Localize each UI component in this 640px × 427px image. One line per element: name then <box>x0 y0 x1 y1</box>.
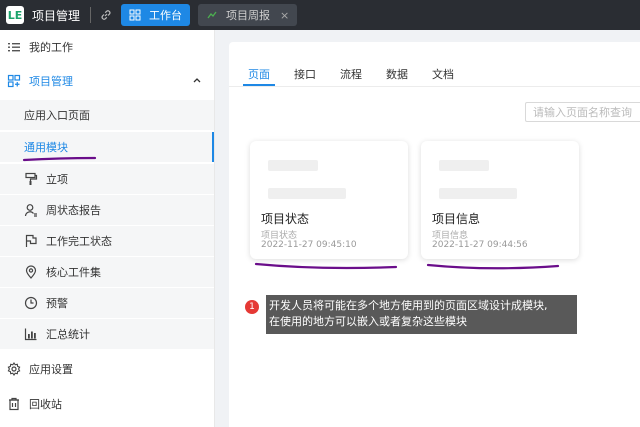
annotation-text-line: 开发人员将可能在多个地方使用到的页面区域设计成模块, <box>269 299 548 312</box>
sidebar-item-label: 应用入口页面 <box>24 109 90 122</box>
chevron-up-icon[interactable] <box>192 75 202 85</box>
bar-chart-icon <box>24 328 37 341</box>
sidebar-item-weekly-status-report[interactable]: 周状态报告 <box>0 195 214 225</box>
search-input[interactable] <box>525 102 640 122</box>
card-date: 2022-11-27 09:44:56 <box>432 240 528 250</box>
module-card-project-info[interactable]: 项目信息 项目信息 2022-11-27 09:44:56 <box>421 141 579 259</box>
trash-icon <box>9 397 19 411</box>
thumbnail-placeholder <box>439 188 517 199</box>
tab-data[interactable]: 数据 <box>386 66 408 82</box>
sidebar-item-label: 汇总统计 <box>46 328 90 341</box>
tab-label: 工作台 <box>149 9 183 22</box>
sidebar-item-label: 核心工件集 <box>46 266 101 279</box>
thumbnail-placeholder <box>439 160 489 171</box>
tab-pages[interactable]: 页面 <box>248 66 270 82</box>
sidebar-item-label: 立项 <box>46 173 68 186</box>
main-panel: 页面 接口 流程 数据 文档 项目状态 项目状态 2022-11-27 09:4… <box>229 42 640 427</box>
location-pin-icon <box>25 265 37 279</box>
card-date: 2022-11-27 09:45:10 <box>261 240 357 250</box>
sidebar: 我的工作 项目管理 应用入口页面 通用模块 立项 周状态报告 工作完工状态 核心… <box>0 30 215 427</box>
tab-workbench[interactable]: 工作台 <box>121 4 191 26</box>
card-title: 项目状态 <box>261 212 310 226</box>
dashboard-icon <box>129 9 141 21</box>
sidebar-item-label: 周状态报告 <box>46 204 101 217</box>
sidebar-item-warning[interactable]: 预警 <box>0 288 214 318</box>
sidebar-item-label: 通用模块 <box>24 141 68 154</box>
sidebar-item-label: 回收站 <box>29 398 62 411</box>
sidebar-item-common-modules[interactable]: 通用模块 <box>0 132 214 162</box>
sidebar-item-label: 我的工作 <box>29 41 73 54</box>
tab-interfaces[interactable]: 接口 <box>294 66 316 82</box>
gear-icon <box>7 362 21 376</box>
annotation-text-line: 在使用的地方可以嵌入或者复杂这些模块 <box>269 315 467 328</box>
divider <box>90 7 92 23</box>
tab-label: 项目周报 <box>226 9 271 22</box>
close-icon[interactable]: × <box>280 9 289 22</box>
tabs-divider <box>229 86 640 87</box>
sidebar-item-label: 项目管理 <box>29 75 73 88</box>
user-report-icon <box>24 204 37 217</box>
sidebar-item-summary-statistics[interactable]: 汇总统计 <box>0 319 214 349</box>
module-card-project-status[interactable]: 项目状态 项目状态 2022-11-27 09:45:10 <box>250 141 408 259</box>
sidebar-item-project-management[interactable]: 项目管理 <box>0 66 214 96</box>
sidebar-item-label: 预警 <box>46 297 68 310</box>
app-logo: LE <box>6 6 24 24</box>
clock-icon <box>24 296 38 310</box>
active-indicator <box>212 132 214 162</box>
app-title[interactable]: 项目管理 <box>32 7 80 24</box>
sidebar-item-core-artifacts[interactable]: 核心工件集 <box>0 257 214 287</box>
annotation-marker: 1 <box>245 300 259 314</box>
sidebar-item-my-work[interactable]: 我的工作 <box>0 32 214 62</box>
report-icon <box>207 11 217 19</box>
link-icon[interactable] <box>99 8 113 22</box>
sidebar-item-project-initiation[interactable]: 立项 <box>0 164 214 194</box>
card-title: 项目信息 <box>432 212 481 226</box>
thumbnail-placeholder <box>268 188 346 199</box>
tab-workflows[interactable]: 流程 <box>340 66 362 82</box>
sidebar-item-label: 工作完工状态 <box>46 235 112 248</box>
list-icon <box>8 43 20 52</box>
tab-documents[interactable]: 文档 <box>432 66 454 82</box>
sidebar-item-label: 应用设置 <box>29 363 73 376</box>
sidebar-item-recycle-bin[interactable]: 回收站 <box>0 389 214 419</box>
grid-icon <box>7 74 21 88</box>
sidebar-item-app-entry-page[interactable]: 应用入口页面 <box>0 100 214 130</box>
sidebar-item-work-completion-status[interactable]: 工作完工状态 <box>0 226 214 256</box>
flag-icon <box>25 234 37 247</box>
thumbnail-placeholder <box>268 160 318 171</box>
top-bar: LE 项目管理 工作台 项目周报 × <box>0 0 640 30</box>
annotation-box: 开发人员将可能在多个地方使用到的页面区域设计成模块, 在使用的地方可以嵌入或者复… <box>266 295 577 334</box>
sidebar-item-app-settings[interactable]: 应用设置 <box>0 354 214 384</box>
tab-weekly-report[interactable]: 项目周报 × <box>198 4 298 26</box>
paint-roller-icon <box>25 172 38 185</box>
